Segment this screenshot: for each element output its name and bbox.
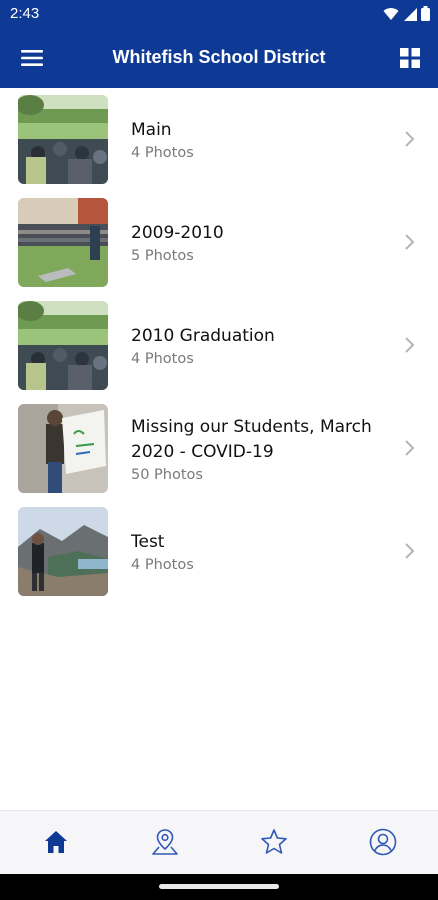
album-item-test[interactable]: Test 4 Photos — [0, 500, 438, 603]
album-photo-count: 4 Photos — [131, 557, 194, 573]
album-title: Main — [131, 120, 172, 140]
home-icon — [45, 831, 67, 853]
status-icons — [383, 6, 430, 21]
album-thumbnail — [18, 404, 108, 493]
album-photo-count: 50 Photos — [131, 466, 203, 483]
album-item-2010-graduation[interactable]: 2010 Graduation 4 Photos — [0, 294, 438, 397]
chevron-right-icon — [405, 337, 415, 353]
album-list: Main 4 Photos 2009-2010 5 Photos 2010 Gr… — [0, 88, 438, 603]
app-bar: Whitefish School District — [0, 28, 438, 88]
chevron-right-icon — [405, 440, 415, 456]
signal-icon — [404, 7, 417, 21]
location-icon — [152, 829, 178, 855]
album-thumbnail — [18, 301, 108, 390]
album-item-missing-our-students[interactable]: Missing our Students, March 2020 - COVID… — [0, 397, 438, 500]
album-thumbnail — [18, 198, 108, 287]
album-photo-count: 5 Photos — [131, 248, 194, 264]
album-photo-count: 4 Photos — [131, 351, 194, 367]
bottom-nav — [0, 810, 438, 874]
star-icon — [261, 829, 287, 854]
album-photo-count: 4 Photos — [131, 145, 194, 161]
chevron-right-icon — [405, 131, 415, 147]
album-thumbnail — [18, 95, 108, 184]
album-title: Test — [131, 532, 165, 552]
status-bar: 2:43 — [0, 0, 438, 28]
album-title: 2010 Graduation — [131, 326, 275, 346]
grid-icon — [400, 48, 420, 68]
album-thumbnail — [18, 507, 108, 596]
status-time: 2:43 — [10, 5, 40, 22]
system-gesture-bar — [0, 874, 438, 900]
album-item-2009-2010[interactable]: 2009-2010 5 Photos — [0, 191, 438, 294]
nav-favorites-button[interactable] — [259, 827, 289, 857]
profile-icon — [369, 828, 397, 856]
album-item-main[interactable]: Main 4 Photos — [0, 88, 438, 191]
grid-view-button[interactable] — [398, 46, 422, 70]
home-gesture-handle[interactable] — [159, 884, 279, 889]
album-title: Missing our Students, March 2020 - COVID… — [131, 416, 372, 462]
battery-icon — [421, 6, 430, 21]
wifi-icon — [383, 7, 399, 20]
nav-location-button[interactable] — [150, 827, 180, 857]
nav-home-button[interactable] — [41, 827, 71, 857]
album-title: 2009-2010 — [131, 223, 224, 243]
nav-profile-button[interactable] — [368, 827, 398, 857]
chevron-right-icon — [405, 543, 415, 559]
chevron-right-icon — [405, 234, 415, 250]
page-title: Whitefish School District — [112, 47, 326, 67]
